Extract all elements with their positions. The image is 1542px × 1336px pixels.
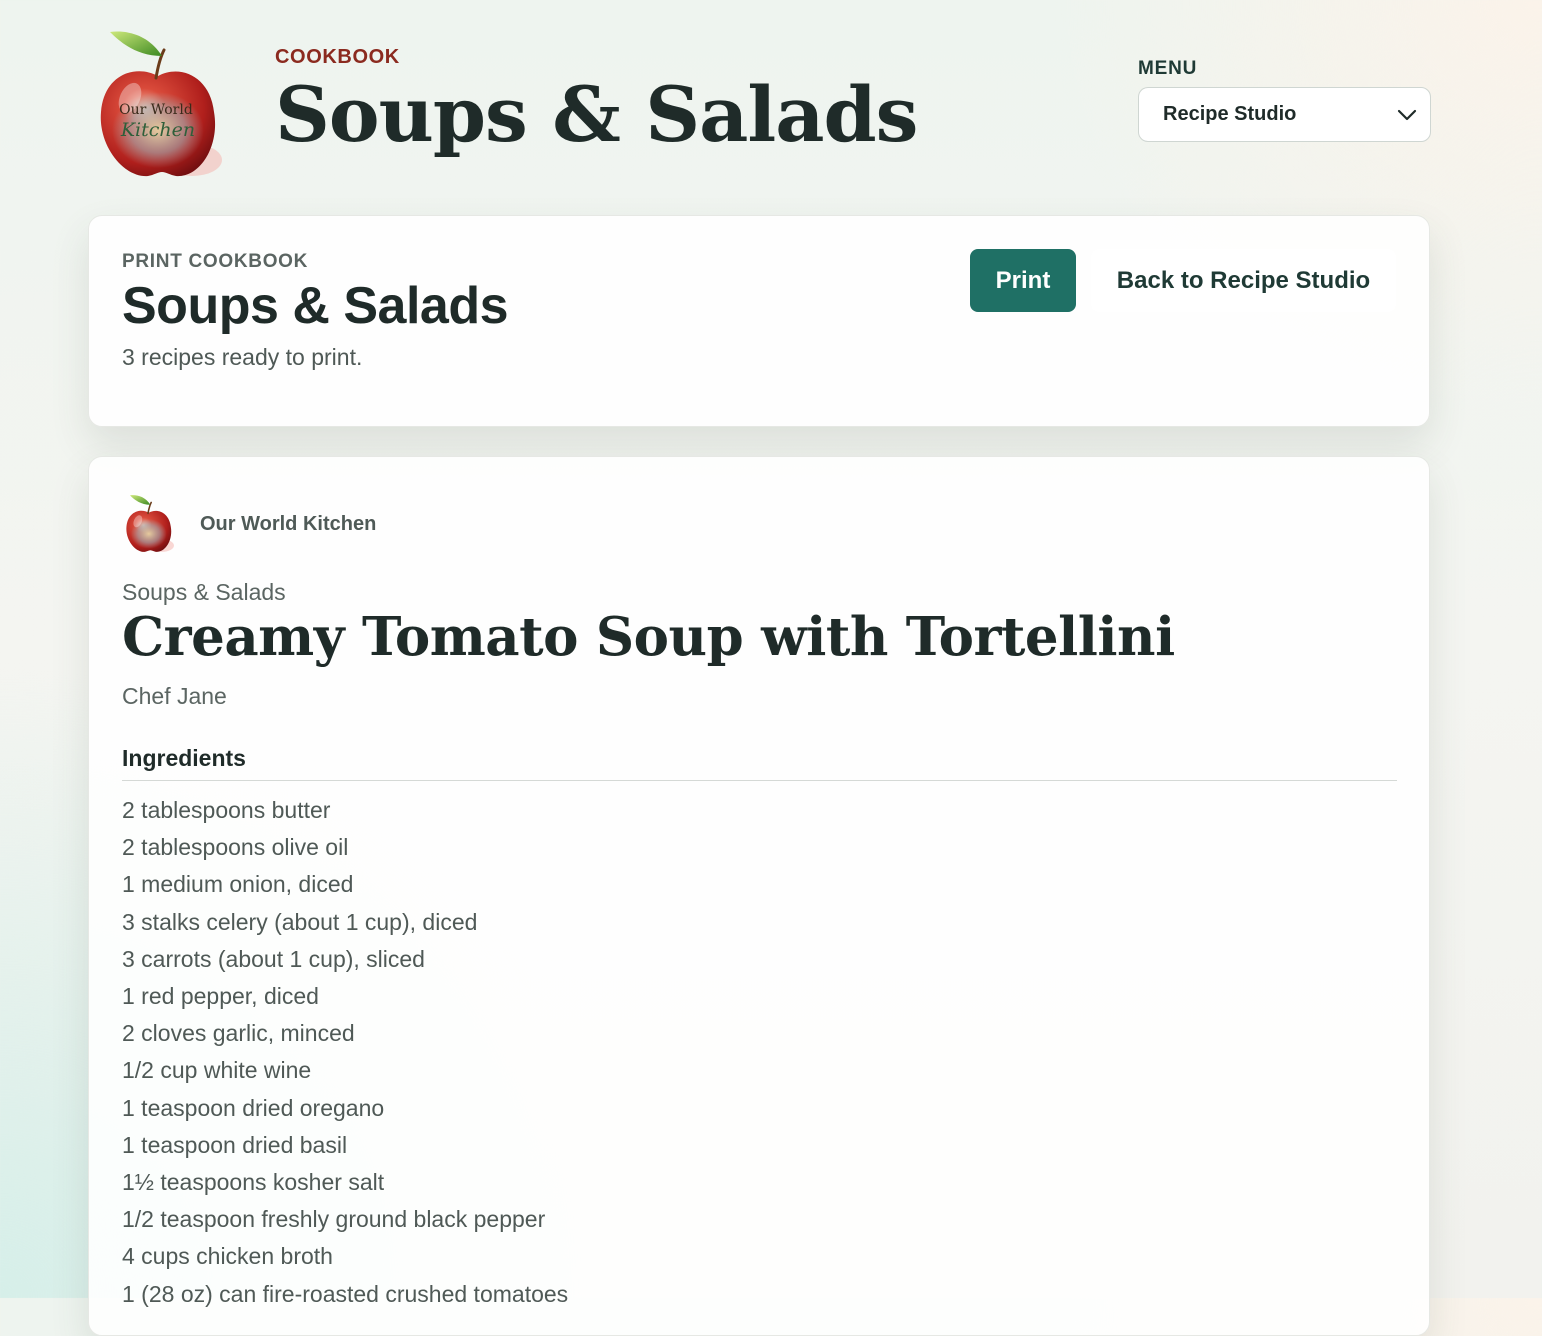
apple-logo-small-icon: [126, 495, 174, 552]
recipe-brand: Our World Kitchen: [122, 493, 376, 555]
print-card-eyebrow: PRINT COOKBOOK: [122, 251, 309, 272]
ingredient-item: 1 teaspoon dried oregano: [122, 1094, 385, 1121]
logo-text-line-2: Kitchen: [120, 119, 195, 141]
ingredient-item: 1/2 cup white wine: [122, 1057, 312, 1084]
recipe-card: Our World Kitchen Soups & Salads Creamy …: [88, 456, 1430, 1336]
print-card-subtitle: 3 recipes ready to print.: [122, 344, 363, 370]
ingredient-item: 1 medium onion, diced: [122, 871, 354, 898]
ingredient-item: 1½ teaspoons kosher salt: [122, 1169, 385, 1196]
print-button[interactable]: Print: [970, 249, 1076, 312]
print-cookbook-card: PRINT COOKBOOK Soups & Salads 3 recipes …: [88, 215, 1430, 427]
ingredient-item: 3 carrots (about 1 cup), sliced: [122, 945, 425, 972]
site-logo[interactable]: Our World Kitchen: [96, 26, 226, 184]
ingredient-item: 2 tablespoons butter: [122, 797, 331, 823]
ingredients-heading: Ingredients: [122, 742, 1397, 781]
recipe-chef: Chef Jane: [122, 683, 227, 709]
page-header: COOKBOOK Soups & Salads: [275, 44, 918, 159]
ingredient-item: 1 red pepper, diced: [122, 983, 319, 1010]
ingredient-item: 1 teaspoon dried basil: [122, 1131, 348, 1158]
ingredients-list: 2 tablespoons butter 2 tablespoons olive…: [122, 792, 568, 1313]
chevron-down-icon: [1397, 109, 1417, 120]
apple-logo-icon: Our World Kitchen: [100, 31, 222, 177]
ingredient-item: 2 cloves garlic, minced: [122, 1020, 355, 1047]
menu-label: MENU: [1138, 58, 1198, 79]
print-card-title: Soups & Salads: [122, 277, 509, 335]
recipe-brand-name: Our World Kitchen: [200, 512, 377, 535]
menu-select[interactable]: Recipe Studio: [1138, 87, 1431, 142]
ingredient-item: 4 cups chicken broth: [122, 1243, 333, 1270]
recipe-category: Soups & Salads: [122, 579, 286, 605]
ingredient-item: 1 (28 oz) can fire-roasted crushed tomat…: [122, 1280, 569, 1307]
recipe-title: Creamy Tomato Soup with Tortellini: [122, 606, 1175, 668]
ingredient-item: 2 tablespoons olive oil: [122, 834, 349, 861]
page-eyebrow: COOKBOOK: [275, 46, 400, 68]
ingredient-item: 3 stalks celery (about 1 cup), diced: [122, 908, 478, 935]
menu-selected-value: Recipe Studio: [1163, 103, 1297, 125]
menu-block: MENU Recipe Studio: [1138, 57, 1431, 142]
ingredient-item: 1/2 teaspoon freshly ground black pepper: [122, 1206, 546, 1233]
back-to-recipe-studio-button[interactable]: Back to Recipe Studio: [1091, 249, 1396, 312]
page-title: Soups & Salads: [275, 70, 918, 159]
logo-text-line-1: Our World: [119, 102, 193, 118]
